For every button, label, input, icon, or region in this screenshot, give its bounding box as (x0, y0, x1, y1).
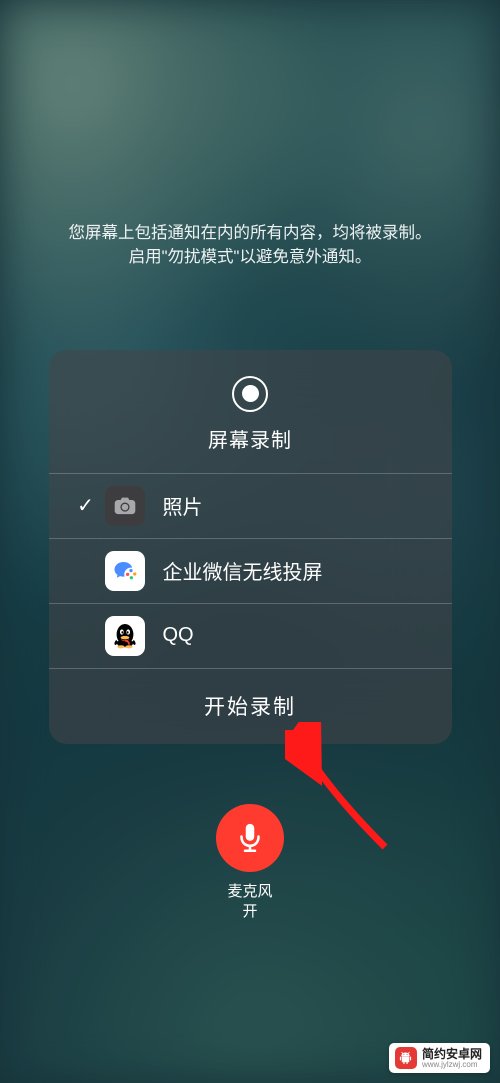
panel-header: 屏幕录制 (49, 350, 452, 473)
microphone-icon (233, 821, 267, 855)
microphone-label: 麦克风 开 (227, 882, 272, 923)
start-recording-button[interactable]: 开始录制 (49, 668, 452, 744)
screen-recording-panel: 屏幕录制 ✓ 照片 (49, 350, 452, 744)
microphone-toggle[interactable] (216, 804, 284, 872)
option-wechat-work[interactable]: 企业微信无线投屏 (49, 538, 452, 603)
option-qq[interactable]: QQ (49, 603, 452, 668)
option-photos[interactable]: ✓ 照片 (49, 473, 452, 538)
qq-icon (105, 616, 145, 656)
option-label: 企业微信无线投屏 (163, 556, 323, 585)
option-label: 照片 (163, 491, 203, 520)
watermark-name: 简约安卓网 (422, 1048, 482, 1060)
notice-line-1: 您屏幕上包括通知在内的所有内容，均将被录制。 (69, 222, 432, 246)
watermark-url: www.jylzwj.com (422, 1061, 482, 1069)
mic-label-line-1: 麦克风 (227, 882, 272, 902)
option-label: QQ (163, 624, 194, 647)
destination-list: ✓ 照片 企业微信无线投屏 (49, 473, 452, 668)
notice-text: 您屏幕上包括通知在内的所有内容，均将被录制。 启用"勿扰模式"以避免意外通知。 (49, 222, 452, 270)
panel-title: 屏幕录制 (208, 424, 292, 453)
watermark: 简约安卓网 www.jylzwj.com (389, 1043, 490, 1073)
wechat-work-icon (105, 551, 145, 591)
record-icon (232, 376, 268, 412)
checkmark-icon: ✓ (67, 493, 105, 518)
camera-icon (105, 486, 145, 526)
notice-line-2: 启用"勿扰模式"以避免意外通知。 (69, 246, 432, 270)
microphone-section: 麦克风 开 (216, 804, 284, 923)
android-icon (395, 1047, 417, 1069)
mic-label-line-2: 开 (227, 902, 272, 922)
